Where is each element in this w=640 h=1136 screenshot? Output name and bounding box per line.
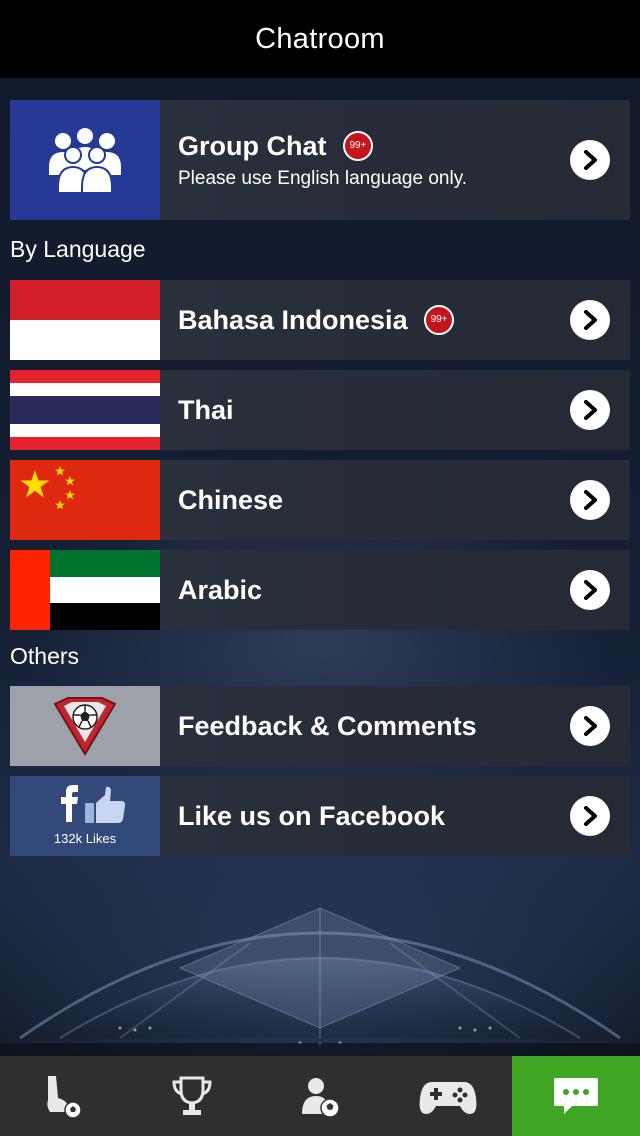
facebook-label: Like us on Facebook (178, 800, 446, 831)
language-label: Arabic (178, 574, 263, 605)
language-row-arabic[interactable]: Arabic (10, 550, 630, 630)
china-flag-icon (10, 460, 160, 540)
people-group-icon (10, 100, 160, 220)
facebook-likes-count: 132k Likes (53, 831, 117, 846)
group-chat-title: Group Chat (178, 130, 327, 161)
section-header-by-language: By Language (10, 236, 146, 262)
unread-badge: 99+ (424, 305, 455, 335)
gamepad-icon (419, 1082, 477, 1114)
language-label: Thai (178, 394, 234, 425)
chevron-right-icon[interactable] (570, 300, 610, 340)
chevron-right-icon[interactable] (570, 480, 610, 520)
thailand-flag-icon (10, 370, 160, 450)
chat-bubble-icon (554, 1078, 598, 1114)
tab-games[interactable] (384, 1056, 512, 1136)
chevron-right-icon[interactable] (570, 796, 610, 836)
soccer-shield-icon (10, 686, 160, 766)
tab-chat[interactable] (512, 1056, 640, 1136)
page-title: Chatroom (255, 22, 385, 55)
chevron-right-icon[interactable] (570, 570, 610, 610)
facebook-like-icon: 132k Likes (10, 776, 160, 856)
unread-badge: 99+ (342, 131, 373, 161)
stadium-background (0, 907, 640, 1056)
section-header-others: Others (10, 643, 80, 669)
language-label: Bahasa Indonesia (178, 304, 408, 335)
tab-football[interactable] (0, 1056, 128, 1136)
feedback-row[interactable]: Feedback & Comments (10, 686, 630, 766)
feedback-label: Feedback & Comments (178, 710, 477, 741)
language-row-thai[interactable]: Thai (10, 370, 630, 450)
tab-trophy[interactable] (128, 1056, 256, 1136)
football-boot-icon (47, 1076, 82, 1119)
indonesia-flag-icon (10, 280, 160, 360)
language-row-indonesia[interactable]: Bahasa Indonesia 99+ (10, 280, 630, 360)
group-chat-subtitle: Please use English language only. (178, 167, 468, 189)
language-label: Chinese (178, 484, 284, 515)
chevron-right-icon[interactable] (570, 706, 610, 746)
tab-bar (0, 1056, 640, 1136)
chevron-right-icon[interactable] (570, 390, 610, 430)
group-chat-row[interactable]: Group Chat 99+ Please use English langua… (10, 100, 630, 220)
header: Chatroom (0, 0, 640, 78)
trophy-icon (172, 1076, 212, 1115)
uae-flag-icon (10, 550, 160, 630)
language-row-chinese[interactable]: Chinese (10, 460, 630, 540)
chevron-right-icon[interactable] (570, 140, 610, 180)
player-profile-icon (302, 1078, 340, 1118)
group-chat-text: Group Chat 99+ Please use English langua… (160, 131, 570, 190)
facebook-row[interactable]: 132k Likes Like us on Facebook (10, 776, 630, 856)
chatroom-list[interactable]: Group Chat 99+ Please use English langua… (0, 78, 640, 1056)
tab-player[interactable] (256, 1056, 384, 1136)
